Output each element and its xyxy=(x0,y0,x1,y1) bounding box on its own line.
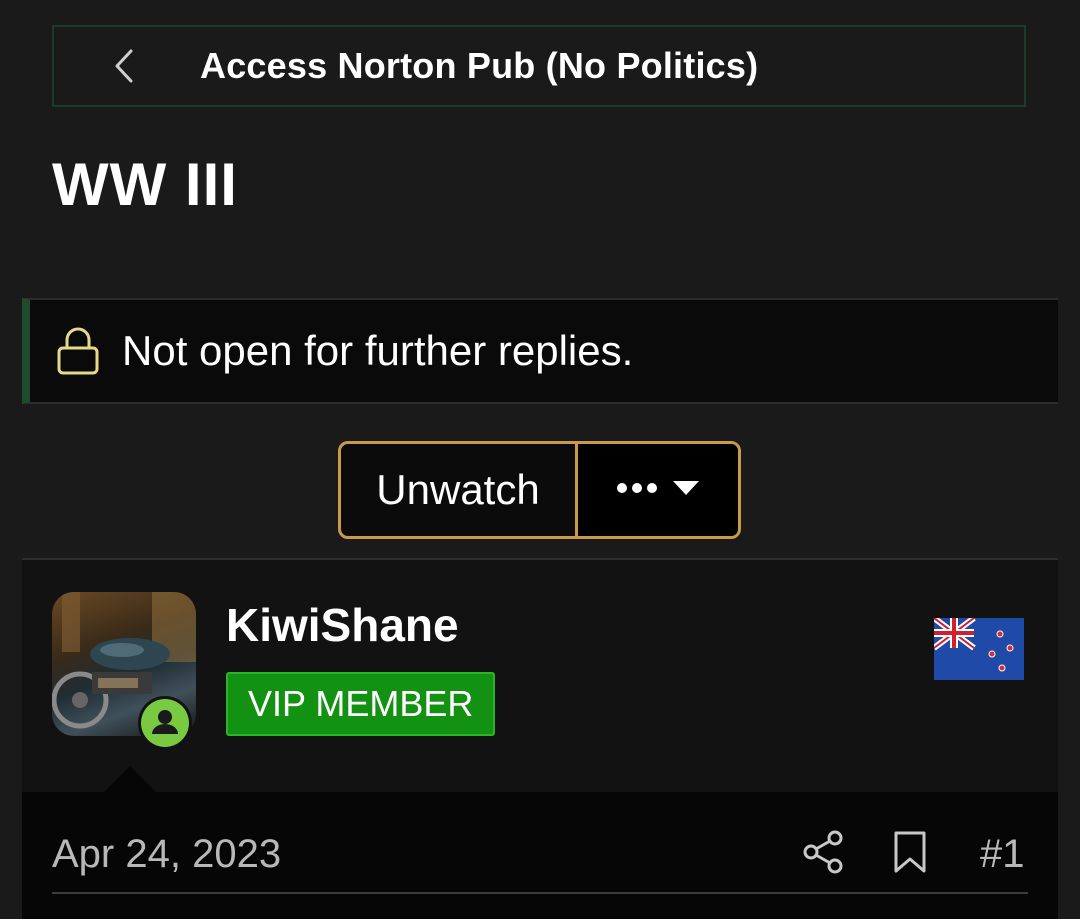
post-body: Apr 24, 2023 #1 xyxy=(22,792,1058,919)
bookmark-icon[interactable] xyxy=(892,830,928,874)
thread-page: Access Norton Pub (No Politics) WW III N… xyxy=(0,0,1080,919)
share-icon[interactable] xyxy=(802,830,846,874)
notice-text: Not open for further replies. xyxy=(122,327,634,374)
post-pointer xyxy=(102,766,158,794)
chevron-left-icon[interactable] xyxy=(104,46,144,86)
divider xyxy=(52,892,1028,894)
username[interactable]: KiwiShane xyxy=(226,598,459,652)
breadcrumb-label[interactable]: Access Norton Pub (No Politics) xyxy=(200,45,758,87)
user-online-icon xyxy=(138,696,192,750)
lock-icon xyxy=(56,326,100,376)
more-options-button[interactable] xyxy=(578,444,738,536)
new-zealand-flag xyxy=(932,615,1024,680)
vip-member-badge: VIP MEMBER xyxy=(226,672,496,736)
breadcrumb[interactable]: Access Norton Pub (No Politics) xyxy=(52,25,1026,107)
page-title: WW III xyxy=(52,151,238,218)
post-number-link[interactable]: #1 xyxy=(980,832,1025,877)
post-author-header: KiwiShane VIP MEMBER xyxy=(22,558,1058,794)
thread-locked-notice: Not open for further replies. xyxy=(22,298,1058,404)
caret-down-icon xyxy=(672,480,700,501)
ellipsis-icon xyxy=(616,481,658,499)
watch-button-group: Unwatch xyxy=(338,441,741,539)
unwatch-button[interactable]: Unwatch xyxy=(341,444,578,536)
post-date[interactable]: Apr 24, 2023 xyxy=(52,832,281,877)
